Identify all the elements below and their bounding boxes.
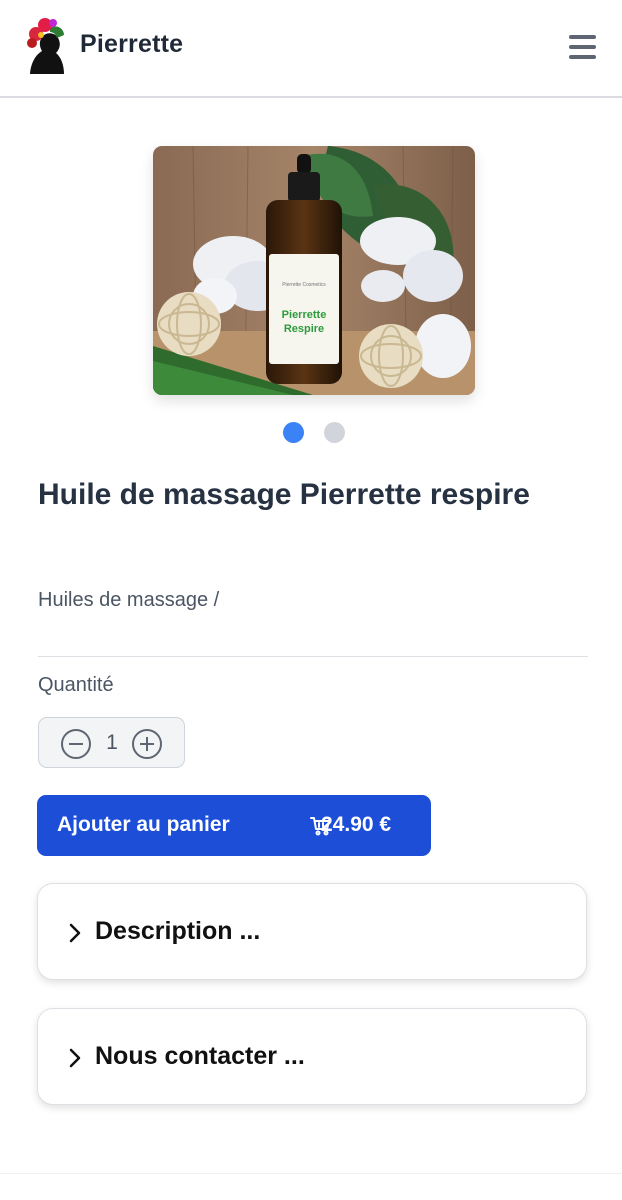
brand-name[interactable]: Pierrette — [80, 30, 183, 59]
plus-circle-icon[interactable] — [132, 729, 162, 759]
bottle-label-line1: Pierrette — [282, 309, 327, 321]
site-header: Pierrette — [0, 0, 622, 98]
bottle-label-line2: Respire — [284, 323, 324, 335]
carousel-dot-2[interactable] — [324, 422, 345, 443]
divider — [38, 656, 588, 657]
chevron-right-icon — [69, 1048, 81, 1068]
add-to-cart-label: Ajouter au panier — [57, 813, 230, 836]
bottle-small-text: Pierrette Cosmetics — [282, 282, 326, 288]
quantity-value[interactable]: 1 — [101, 731, 123, 755]
breadcrumb[interactable]: Huiles de massage / — [38, 589, 219, 612]
quantity-stepper: 1 — [38, 717, 185, 768]
product-title: Huile de massage Pierrette respire — [38, 478, 530, 511]
accordion-label: Description ... — [95, 917, 261, 945]
chevron-right-icon — [69, 923, 81, 943]
carousel-dot-1[interactable] — [283, 422, 304, 443]
add-to-cart-button[interactable]: Ajouter au panier 24.90 € — [37, 795, 431, 856]
hamburger-menu-icon[interactable] — [566, 32, 600, 62]
accordion-contact[interactable]: Nous contacter ... — [37, 1008, 587, 1105]
brand-logo-icon[interactable] — [24, 16, 68, 74]
price: 24.90 € — [321, 813, 392, 836]
minus-circle-icon[interactable] — [61, 729, 91, 759]
accordion-description[interactable]: Description ... — [37, 883, 587, 980]
product-photo: Pierrette Cosmetics Pierrette Respire — [153, 146, 475, 395]
carousel-dots — [283, 422, 347, 444]
quantity-label: Quantité — [38, 674, 114, 696]
footer-divider — [0, 1173, 622, 1174]
accordion-label: Nous contacter ... — [95, 1042, 305, 1070]
product-image[interactable]: Pierrette Cosmetics Pierrette Respire — [153, 146, 475, 395]
